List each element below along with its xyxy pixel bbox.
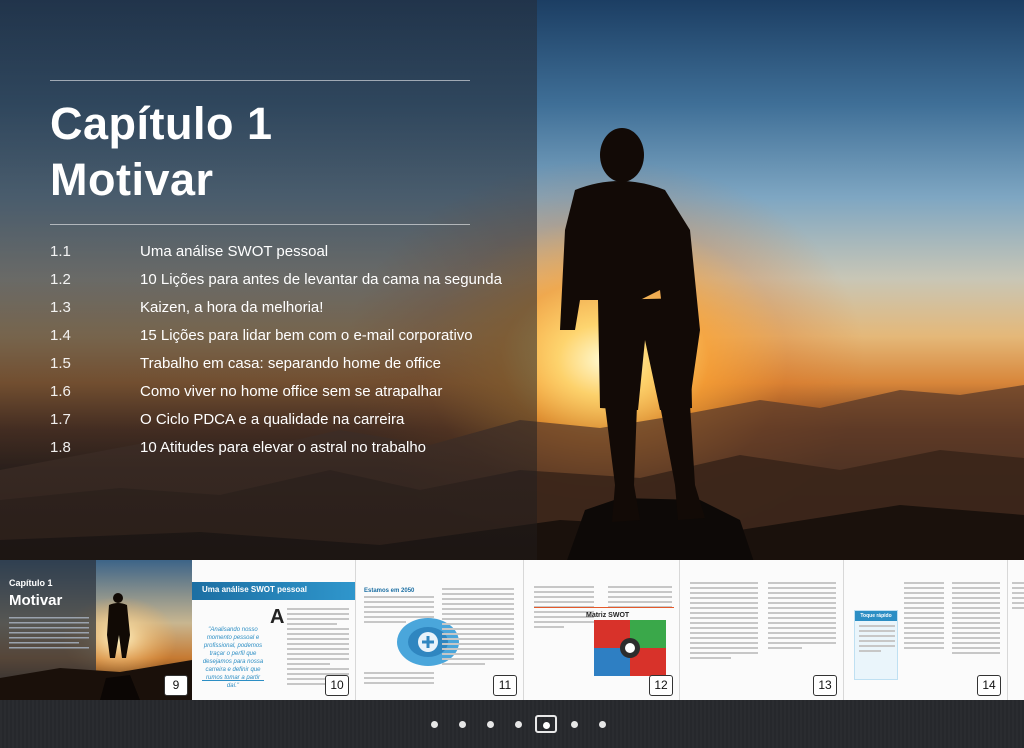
toc-title: Uma análise SWOT pessoal (140, 243, 329, 260)
page-dot[interactable] (598, 720, 606, 728)
chapter-name: Motivar (50, 154, 214, 205)
toc-number: 1.5 (50, 355, 71, 372)
toc-item[interactable]: 1.5 Trabalho em casa: separando home de o… (50, 352, 530, 380)
section-header-title: Uma análise SWOT pessoal (202, 585, 307, 594)
toc-item[interactable]: 1.6 Como viver no home office sem se atra… (50, 380, 530, 408)
article-heading: Estamos em 2050 (364, 588, 415, 594)
body-text-column-1b (364, 672, 434, 687)
toc-panel: Capítulo 1 Motivar 1.1 Uma análise SWOT p… (0, 0, 537, 580)
body-text-column-1 (904, 582, 944, 652)
toc-item[interactable]: 1.3 Kaizen, a hora da melhoria! (50, 296, 530, 324)
thumbnail-page-next[interactable] (1008, 560, 1024, 700)
toc-title: 10 Lições para antes de levantar da cama… (140, 271, 502, 288)
page-dot-active[interactable] (535, 715, 557, 733)
page-dot[interactable] (458, 720, 466, 728)
figure-caption-rule (534, 607, 674, 608)
quote-divider (202, 680, 264, 681)
thumbnail-page-11[interactable]: Estamos em 2050 11 (356, 560, 524, 700)
toc-title: Como viver no home office sem se atrapal… (140, 383, 443, 400)
page-number-badge: 9 (164, 675, 188, 696)
body-text (1012, 582, 1024, 612)
toc-number: 1.7 (50, 411, 71, 428)
toc-item[interactable]: 1.2 10 Lições para antes de levantar da c… (50, 268, 530, 296)
toc-item[interactable]: 1.4 15 Lições para lidar bem com o e-mail… (50, 324, 530, 352)
page-number-badge: 12 (649, 675, 673, 696)
chapter-title: Capítulo 1 Motivar (50, 96, 510, 208)
thumbnail-page-9[interactable]: Capítulo 1 Motivar 9 (0, 560, 192, 700)
toc-title: O Ciclo PDCA e a qualidade na carreira (140, 411, 405, 428)
bottom-divider (50, 224, 470, 225)
chapter-number: Capítulo 1 (50, 98, 273, 149)
tip-box-title: Toque rápido (855, 611, 897, 621)
thumbnail-chapter-number: Capítulo 1 (9, 578, 53, 588)
page-indicator (420, 714, 616, 734)
body-text-column-2 (952, 582, 1000, 657)
thumbnail-page-13[interactable]: 13 (680, 560, 844, 700)
body-text-column-1 (534, 586, 594, 631)
page-number-badge: 11 (493, 675, 517, 696)
tip-box-text (859, 625, 895, 655)
thumbnail-chapter-name: Motivar (9, 592, 63, 609)
toc-item[interactable]: 1.7 O Ciclo PDCA e a qualidade na carreir… (50, 408, 530, 436)
toc-number: 1.8 (50, 439, 71, 456)
tip-box: Toque rápido (854, 610, 898, 680)
toc-title: 15 Lições para lidar bem com o e-mail co… (140, 327, 473, 344)
page-number-badge: 13 (813, 675, 837, 696)
swot-matrix-figure (594, 620, 666, 676)
toc-item[interactable]: 1.8 10 Atitudes para elevar o astral no t… (50, 436, 530, 464)
page-number-badge: 14 (977, 675, 1001, 696)
page-thumbnail-strip[interactable]: Capítulo 1 Motivar 9 Uma análise SWOT pe… (0, 560, 1024, 700)
figure-title: Matriz SWOT (586, 612, 630, 619)
drop-cap: A (270, 606, 285, 628)
thumbnail-page-14[interactable]: Toque rápido 14 (844, 560, 1008, 700)
toc-title: Trabalho em casa: separando home de offi… (140, 355, 442, 372)
page-dot[interactable] (570, 720, 578, 728)
toc-number: 1.1 (50, 243, 71, 260)
toc-number: 1.2 (50, 271, 71, 288)
table-of-contents: 1.1 Uma análise SWOT pessoal 1.2 10 Lições… (50, 240, 530, 464)
toc-number: 1.6 (50, 383, 71, 400)
toc-title: 10 Atitudes para elevar o astral no trab… (140, 439, 427, 456)
body-text-column-2 (442, 588, 514, 668)
toc-title: Kaizen, a hora da melhoria! (140, 299, 324, 316)
page-navigation-bar (0, 700, 1024, 748)
page-dot[interactable] (430, 720, 438, 728)
page-dot[interactable] (514, 720, 522, 728)
body-text-column-1 (690, 582, 758, 662)
thumbnail-page-12[interactable]: Matriz SWOT 12 (524, 560, 680, 700)
body-text-column-2 (768, 582, 836, 652)
toc-number: 1.3 (50, 299, 71, 316)
page-dot[interactable] (486, 720, 494, 728)
book-spread[interactable]: Capítulo 1 Motivar 1.1 Uma análise SWOT p… (0, 0, 1024, 580)
page-number-badge: 10 (325, 675, 349, 696)
toc-item[interactable]: 1.1 Uma análise SWOT pessoal (50, 240, 530, 268)
section-header-bar: Uma análise SWOT pessoal (192, 582, 355, 600)
top-divider (50, 80, 470, 81)
thumbnail-page-10[interactable]: Uma análise SWOT pessoal "Analisando nos… (192, 560, 356, 700)
toc-number: 1.4 (50, 327, 71, 344)
